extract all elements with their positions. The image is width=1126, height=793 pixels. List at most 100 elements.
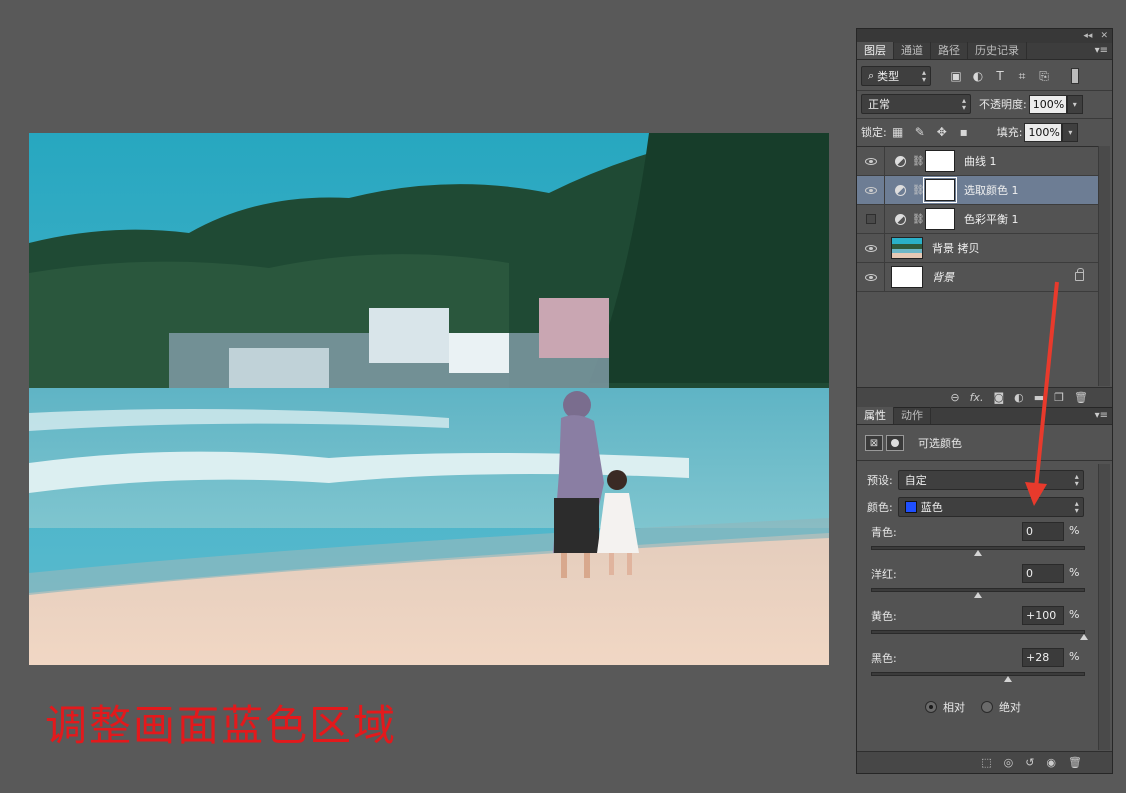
yellow-label: 黄色: — [871, 610, 897, 623]
relative-radio[interactable] — [925, 701, 937, 713]
lock-position-icon[interactable]: ✥ — [931, 125, 953, 139]
preset-value: 自定 — [904, 474, 927, 487]
layer-selective-color[interactable]: ⛓ 选取颜色 1 — [857, 175, 1098, 205]
reset-icon[interactable]: ↺ — [1025, 756, 1034, 769]
panel-header-strip: ◂◂ ✕ — [857, 29, 1112, 43]
eye-icon — [864, 244, 877, 252]
panel-menu-icon[interactable]: ▾≡ — [1095, 45, 1108, 56]
properties-bottom-bar: ⬚ ◎ ↺ ◉ 🗑 — [857, 751, 1112, 773]
new-layer-icon[interactable]: ❐ — [1054, 391, 1064, 404]
shape-filter-icon[interactable]: ⌗ — [1011, 69, 1033, 84]
collapse-icon[interactable]: ◂◂ — [1083, 31, 1092, 41]
black-value-input[interactable]: +28 — [1022, 648, 1064, 667]
tab-layers[interactable]: 图层 — [857, 42, 894, 59]
layers-tab-bar: 图层 通道 路径 历史记录 ▾≡ — [857, 42, 1112, 60]
layer-name: 曲线 1 — [964, 155, 997, 168]
layer-background[interactable]: 背景 — [857, 262, 1098, 292]
layer-color-balance[interactable]: ⛓ 色彩平衡 1 — [857, 204, 1098, 234]
fill-dropdown-button[interactable]: ▾ — [1062, 122, 1079, 142]
smart-object-filter-icon[interactable]: ⎘ — [1033, 69, 1055, 84]
opacity-dropdown-button[interactable]: ▾ — [1066, 94, 1083, 114]
cyan-value-input[interactable]: 0 — [1022, 522, 1064, 541]
layer-mask-thumbnail[interactable] — [925, 208, 955, 230]
clip-to-layer-icon[interactable]: ⬚ — [981, 756, 991, 769]
trash-icon[interactable]: 🗑 — [1074, 391, 1088, 404]
visibility-toggle[interactable] — [857, 146, 885, 176]
fill-input[interactable]: 100% — [1024, 122, 1063, 142]
absolute-radio[interactable] — [981, 701, 993, 713]
absolute-label: 绝对 — [999, 701, 1021, 714]
layers-panel: ◂◂ ✕ 图层 通道 路径 历史记录 ▾≡ ⌕ 类型 ▴ ▾ ▣ ◐ T ⌗ ⎘ … — [856, 28, 1113, 408]
preset-dropdown[interactable]: 自定 ▴ ▾ — [897, 470, 1084, 490]
color-dropdown[interactable]: 蓝色 ▴ ▾ — [897, 497, 1084, 517]
lock-all-icon[interactable]: ▪ — [953, 125, 975, 139]
magenta-slider[interactable] — [871, 588, 1085, 598]
tab-paths[interactable]: 路径 — [931, 42, 968, 59]
lock-pixels-icon[interactable]: ✎ — [909, 125, 931, 139]
image-filter-icon[interactable]: ▣ — [945, 69, 967, 83]
percent-sign: % — [1069, 650, 1080, 663]
visibility-toggle[interactable] — [857, 233, 885, 263]
visibility-toggle[interactable] — [857, 262, 885, 292]
layer-background-copy[interactable]: 背景 拷贝 — [857, 233, 1098, 263]
adjustment-layer-icon — [895, 184, 906, 196]
trash-icon[interactable]: 🗑 — [1068, 756, 1082, 769]
slider-thumb[interactable] — [974, 592, 982, 598]
adjustment-layer-icon — [895, 155, 906, 167]
document-canvas[interactable] — [29, 133, 829, 665]
visibility-toggle[interactable] — [857, 204, 885, 234]
layer-mask-thumbnail[interactable] — [925, 150, 955, 172]
tab-history[interactable]: 历史记录 — [968, 42, 1027, 59]
type-filter-icon[interactable]: T — [989, 69, 1011, 83]
visibility-toggle[interactable] — [857, 175, 885, 205]
tab-channels[interactable]: 通道 — [894, 42, 931, 59]
tab-properties[interactable]: 属性 — [857, 407, 894, 424]
mask-properties-icon[interactable] — [886, 435, 904, 451]
eye-icon — [864, 273, 877, 281]
properties-scrollbar[interactable] — [1098, 464, 1110, 750]
beach-photo — [29, 133, 829, 665]
yellow-slider[interactable] — [871, 630, 1088, 640]
percent-sign: % — [1069, 566, 1080, 579]
layer-name: 选取颜色 1 — [964, 184, 1019, 197]
fx-icon[interactable]: fx. — [970, 391, 984, 404]
black-slider[interactable] — [871, 672, 1085, 682]
folder-icon[interactable]: ▬ — [1034, 391, 1044, 404]
layer-thumbnail — [891, 266, 923, 288]
chain-link-icon[interactable]: ⛓ — [912, 156, 925, 167]
layers-scrollbar[interactable] — [1098, 146, 1110, 386]
blend-mode-dropdown[interactable]: 正常 ▴ ▾ — [861, 94, 971, 114]
color-swatch — [904, 501, 917, 513]
stepper-icon: ▴ ▾ — [921, 68, 926, 84]
adjustment-filter-icon[interactable]: ◐ — [967, 69, 989, 83]
properties-title: 可选颜色 — [918, 437, 962, 450]
slider-thumb[interactable] — [1003, 676, 1012, 682]
view-previous-icon[interactable]: ◎ — [1004, 756, 1014, 769]
slider-thumb[interactable] — [1080, 634, 1088, 640]
panel-menu-icon[interactable]: ▾≡ — [1095, 410, 1108, 421]
tab-actions[interactable]: 动作 — [894, 407, 931, 424]
chain-link-icon[interactable]: ⛓ — [912, 214, 925, 225]
slider-thumb[interactable] — [974, 550, 982, 556]
preset-label: 预设: — [867, 474, 893, 487]
mask-icon[interactable]: ◙ — [993, 391, 1004, 404]
chain-link-icon[interactable]: ⛓ — [912, 185, 925, 196]
adjustment-icon[interactable]: ◐ — [1014, 391, 1024, 404]
toggle-visibility-icon[interactable]: ◉ — [1046, 756, 1056, 769]
layer-mask-thumbnail[interactable] — [923, 177, 957, 203]
percent-sign: % — [1069, 608, 1080, 621]
layer-filter-label: 类型 — [877, 70, 900, 83]
layer-curves[interactable]: ⛓ 曲线 1 — [857, 146, 1098, 176]
cyan-slider[interactable] — [871, 546, 1085, 556]
magenta-value-input[interactable]: 0 — [1022, 564, 1064, 583]
layer-name: 背景 拷贝 — [932, 242, 980, 255]
yellow-value-input[interactable]: +100 — [1022, 606, 1064, 625]
filter-toggle-switch[interactable] — [1071, 68, 1079, 84]
lock-transparent-icon[interactable]: ▦ — [887, 125, 909, 139]
hidden-box-icon — [865, 214, 876, 224]
link-icon[interactable]: ⊖ — [950, 391, 959, 404]
opacity-input[interactable]: 100% — [1028, 94, 1067, 114]
layer-filter-dropdown[interactable]: ⌕ 类型 ▴ ▾ — [861, 66, 931, 86]
close-icon[interactable]: ✕ — [1100, 31, 1108, 41]
lock-icon — [1075, 268, 1084, 281]
